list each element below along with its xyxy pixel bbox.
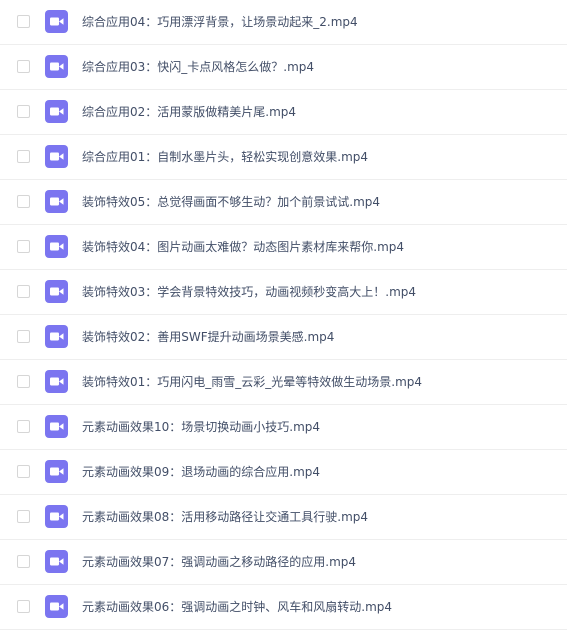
file-name[interactable]: 综合应用02：活用蒙版做精美片尾.mp4 <box>82 104 296 120</box>
video-file-icon <box>45 235 68 258</box>
file-row[interactable]: 元素动画效果10：场景切换动画小技巧.mp4 <box>0 405 567 450</box>
file-name[interactable]: 装饰特效03：学会背景特效技巧，动画视频秒变高大上！.mp4 <box>82 284 416 300</box>
row-checkbox[interactable] <box>17 195 30 208</box>
file-row[interactable]: 综合应用03：快闪_卡点风格怎么做？.mp4 <box>0 45 567 90</box>
file-name[interactable]: 装饰特效04：图片动画太难做？动态图片素材库来帮你.mp4 <box>82 239 404 255</box>
file-name[interactable]: 综合应用03：快闪_卡点风格怎么做？.mp4 <box>82 59 314 75</box>
file-row[interactable]: 综合应用01：自制水墨片头，轻松实现创意效果.mp4 <box>0 135 567 180</box>
video-file-icon <box>45 325 68 348</box>
row-checkbox[interactable] <box>17 240 30 253</box>
file-row[interactable]: 元素动画效果09：退场动画的综合应用.mp4 <box>0 450 567 495</box>
file-name[interactable]: 元素动画效果08：活用移动路径让交通工具行驶.mp4 <box>82 509 368 525</box>
video-file-icon <box>45 505 68 528</box>
row-checkbox[interactable] <box>17 285 30 298</box>
row-checkbox[interactable] <box>17 60 30 73</box>
file-name[interactable]: 元素动画效果07：强调动画之移动路径的应用.mp4 <box>82 554 356 570</box>
row-checkbox[interactable] <box>17 330 30 343</box>
file-row[interactable]: 元素动画效果07：强调动画之移动路径的应用.mp4 <box>0 540 567 585</box>
file-name[interactable]: 综合应用01：自制水墨片头，轻松实现创意效果.mp4 <box>82 149 368 165</box>
file-row[interactable]: 装饰特效05：总觉得画面不够生动？加个前景试试.mp4 <box>0 180 567 225</box>
video-file-icon <box>45 145 68 168</box>
file-name[interactable]: 元素动画效果09：退场动画的综合应用.mp4 <box>82 464 320 480</box>
video-file-icon <box>45 550 68 573</box>
video-file-icon <box>45 10 68 33</box>
file-name[interactable]: 元素动画效果10：场景切换动画小技巧.mp4 <box>82 419 320 435</box>
row-checkbox[interactable] <box>17 105 30 118</box>
video-file-icon <box>45 55 68 78</box>
file-row[interactable]: 装饰特效02：善用SWF提升动画场景美感.mp4 <box>0 315 567 360</box>
row-checkbox[interactable] <box>17 555 30 568</box>
file-row[interactable]: 元素动画效果06：强调动画之时钟、风车和风扇转动.mp4 <box>0 585 567 630</box>
row-checkbox[interactable] <box>17 150 30 163</box>
file-row[interactable]: 综合应用04：巧用漂浮背景，让场景动起来_2.mp4 <box>0 0 567 45</box>
video-file-icon <box>45 595 68 618</box>
row-checkbox[interactable] <box>17 510 30 523</box>
video-file-icon <box>45 415 68 438</box>
video-file-icon <box>45 280 68 303</box>
video-file-icon <box>45 370 68 393</box>
row-checkbox[interactable] <box>17 15 30 28</box>
file-name[interactable]: 装饰特效02：善用SWF提升动画场景美感.mp4 <box>82 329 334 345</box>
video-file-icon <box>45 190 68 213</box>
file-name[interactable]: 综合应用04：巧用漂浮背景，让场景动起来_2.mp4 <box>82 14 358 30</box>
file-name[interactable]: 装饰特效05：总觉得画面不够生动？加个前景试试.mp4 <box>82 194 380 210</box>
file-row[interactable]: 元素动画效果08：活用移动路径让交通工具行驶.mp4 <box>0 495 567 540</box>
video-file-icon <box>45 460 68 483</box>
row-checkbox[interactable] <box>17 375 30 388</box>
file-row[interactable]: 装饰特效03：学会背景特效技巧，动画视频秒变高大上！.mp4 <box>0 270 567 315</box>
file-name[interactable]: 元素动画效果06：强调动画之时钟、风车和风扇转动.mp4 <box>82 599 392 615</box>
file-row[interactable]: 装饰特效01：巧用闪电_雨雪_云彩_光晕等特效做生动场景.mp4 <box>0 360 567 405</box>
file-row[interactable]: 综合应用02：活用蒙版做精美片尾.mp4 <box>0 90 567 135</box>
file-row[interactable]: 装饰特效04：图片动画太难做？动态图片素材库来帮你.mp4 <box>0 225 567 270</box>
file-list: 综合应用04：巧用漂浮背景，让场景动起来_2.mp4 综合应用03：快闪_卡点风… <box>0 0 567 631</box>
row-checkbox[interactable] <box>17 600 30 613</box>
row-checkbox[interactable] <box>17 465 30 478</box>
video-file-icon <box>45 100 68 123</box>
row-checkbox[interactable] <box>17 420 30 433</box>
file-name[interactable]: 装饰特效01：巧用闪电_雨雪_云彩_光晕等特效做生动场景.mp4 <box>82 374 422 390</box>
